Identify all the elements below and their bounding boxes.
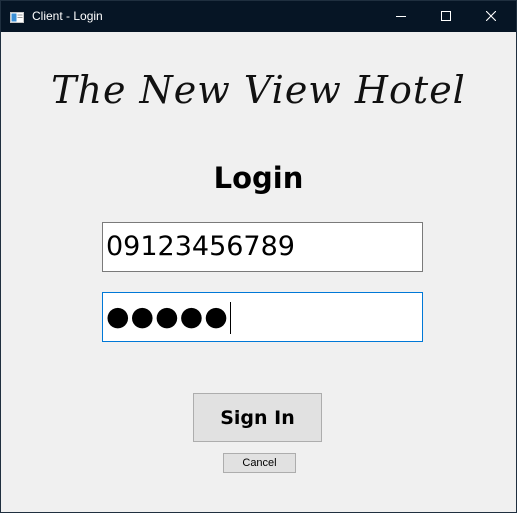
cancel-button[interactable]: Cancel (223, 453, 296, 473)
login-form-area: The New View Hotel Login 09123456789 ●●●… (1, 32, 516, 512)
login-heading: Login (213, 161, 304, 195)
minimize-icon (395, 8, 406, 26)
maximize-button[interactable] (423, 1, 468, 32)
sign-in-button[interactable]: Sign In (193, 393, 322, 442)
phone-number-input[interactable]: 09123456789 (102, 222, 423, 272)
minimize-button[interactable] (378, 1, 423, 32)
phone-number-value: 09123456789 (106, 231, 295, 262)
password-input[interactable]: ●●●●● (102, 292, 423, 342)
login-window: Client - Login The New View Hotel Login … (0, 0, 517, 513)
text-caret (229, 301, 231, 334)
password-mask: ●●●●● (106, 301, 229, 332)
close-button[interactable] (468, 1, 513, 32)
window-title: Client - Login (32, 9, 103, 23)
app-window-icon (10, 10, 24, 23)
close-icon (485, 8, 496, 26)
hotel-name-title: The New View Hotel (51, 68, 466, 112)
title-bar[interactable]: Client - Login (1, 1, 516, 32)
maximize-icon (440, 8, 451, 26)
